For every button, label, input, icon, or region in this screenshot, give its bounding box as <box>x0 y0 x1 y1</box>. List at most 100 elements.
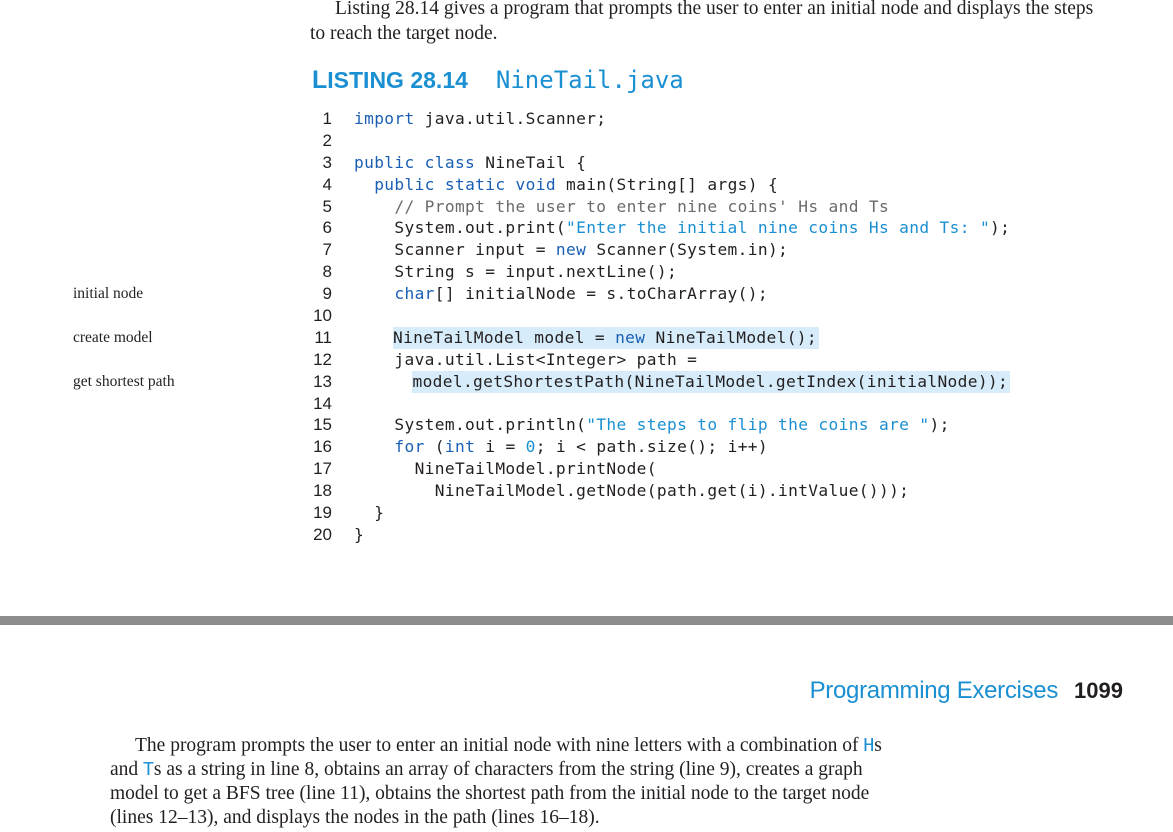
code-line: 4 public static void main(String[] args)… <box>0 174 1173 196</box>
line-number: 18 <box>313 481 332 501</box>
code-text: model.getShortestPath(NineTailModel.getI… <box>412 370 1011 393</box>
margin-note: create model <box>73 329 153 346</box>
listing-label: LISTING 28.14 <box>312 66 468 95</box>
line-number: 6 <box>322 218 332 238</box>
listing-label-cap: L <box>312 66 328 94</box>
body-text-3: s as a string in line 8, obtains an arra… <box>110 759 870 828</box>
code-token: } <box>354 503 385 523</box>
code-line: 19 } <box>0 502 1173 524</box>
running-head-title: Programming Exercises <box>809 677 1059 704</box>
code-number: 0 <box>525 437 536 457</box>
listing-title: NineTail.java <box>495 66 684 94</box>
code-letter-t: T <box>143 759 154 780</box>
body-paragraph: The program prompts the user to enter an… <box>110 734 890 830</box>
code-text: NineTailModel model = new NineTailModel(… <box>392 326 820 349</box>
code-text: System.out.println("The steps to flip th… <box>354 414 952 436</box>
code-line: 2 <box>0 130 1173 152</box>
code-line: 18 NineTailModel.getNode(path.get(i).int… <box>0 480 1173 502</box>
code-token: NineTailModel(); <box>645 327 818 347</box>
code-token: Scanner input = <box>354 240 556 260</box>
code-listing: 1 import java.util.Scanner; 2 3 public class… <box>0 108 1173 546</box>
code-text: System.out.print("Enter the initial nine… <box>354 217 1012 239</box>
line-number: 10 <box>313 306 332 326</box>
code-keyword: int <box>444 437 476 457</box>
code-token: i = <box>475 437 526 457</box>
code-text: } <box>354 502 386 524</box>
code-keyword: char <box>394 284 435 304</box>
code-text: Scanner input = new Scanner(System.in); <box>354 239 790 261</box>
line-number: 3 <box>322 152 332 172</box>
code-string: "The steps to flip the coins are " <box>586 415 930 435</box>
line-number: 7 <box>322 240 332 260</box>
code-keyword: public class <box>354 152 476 172</box>
intro-paragraph: Listing 28.14 gives a program that promp… <box>310 0 1094 44</box>
code-text: NineTailModel.printNode( <box>354 458 659 480</box>
line-number: 4 <box>322 174 332 194</box>
line-number: 20 <box>313 524 332 544</box>
code-line: 17 NineTailModel.printNode( <box>0 458 1173 480</box>
code-comment: // Prompt the user to enter nine coins' … <box>394 196 890 216</box>
code-text: import java.util.Scanner; <box>354 108 608 130</box>
line-number: 2 <box>322 130 332 150</box>
code-keyword: new <box>555 240 587 260</box>
line-number: 16 <box>313 437 332 457</box>
code-keyword: for <box>394 437 425 457</box>
code-line: 10 <box>0 305 1173 327</box>
code-text: String s = input.nextLine(); <box>354 261 679 283</box>
line-number: 1 <box>322 109 332 128</box>
code-token: ( <box>424 437 445 457</box>
code-line: 15 System.out.println("The steps to flip… <box>0 414 1173 436</box>
code-token: NineTailModel.getNode(path.get(i).intVal… <box>354 481 910 501</box>
code-line: 12 java.util.List<Integer> path = <box>0 349 1173 371</box>
code-token: [] initialNode = s.toCharArray(); <box>434 284 768 304</box>
margin-note: get shortest path <box>73 372 175 390</box>
code-string: "Enter the initial nine coins Hs and Ts:… <box>566 218 991 238</box>
code-text: NineTailModel.getNode(path.get(i).intVal… <box>354 480 911 502</box>
listing-heading: LISTING 28.14 NineTail.java <box>312 66 684 100</box>
page-divider <box>0 616 1173 625</box>
line-number: 9 <box>322 284 332 304</box>
code-token: ); <box>990 218 1011 238</box>
code-line: 11 NineTailModel model = new NineTailMode… <box>0 326 1173 349</box>
code-keyword: import <box>354 109 415 128</box>
code-line: 13 model.getShortestPath(NineTailModel.ge… <box>0 370 1173 393</box>
line-number: 17 <box>313 459 332 479</box>
code-keyword: new <box>615 327 646 347</box>
running-head: Programming Exercises 1099 <box>810 677 1123 705</box>
line-number: 13 <box>313 371 332 391</box>
line-number: 15 <box>313 415 332 435</box>
code-text: // Prompt the user to enter nine coins' … <box>354 196 891 218</box>
code-line: 8 String s = input.nextLine(); <box>0 261 1173 283</box>
code-line: 1 import java.util.Scanner; <box>0 108 1173 130</box>
line-number: 11 <box>314 327 332 347</box>
code-token: NineTailModel.printNode( <box>354 459 657 479</box>
code-token: } <box>354 524 365 544</box>
code-line: 9 char[] initialNode = s.toCharArray(); <box>0 283 1173 305</box>
line-number: 8 <box>322 262 332 282</box>
code-line: 14 <box>0 393 1173 415</box>
code-token: java.util.Scanner; <box>414 109 607 128</box>
code-text: } <box>354 524 366 546</box>
code-text: public class NineTail { <box>354 152 588 174</box>
code-token: System.out.println( <box>354 415 587 435</box>
code-line: 5 // Prompt the user to enter nine coins… <box>0 196 1173 218</box>
code-token: NineTail { <box>475 152 587 172</box>
line-number: 14 <box>313 393 332 413</box>
code-text: for (int i = 0; i < path.size(); i++) <box>354 436 770 458</box>
code-token: model.getShortestPath(NineTailModel.getI… <box>412 371 1009 391</box>
code-token: ); <box>929 415 950 435</box>
code-keyword: public static void <box>374 174 556 194</box>
code-line: 20} <box>0 524 1173 546</box>
line-number: 19 <box>313 503 332 523</box>
code-token: String s = input.nextLine(); <box>354 262 678 282</box>
code-letter-h: H <box>863 735 875 756</box>
line-number: 12 <box>313 349 332 369</box>
code-text: char[] initialNode = s.toCharArray(); <box>354 283 770 305</box>
code-token: Scanner(System.in); <box>586 240 789 260</box>
body-text-1: The program prompts the user to enter an… <box>135 735 864 756</box>
code-line: 3 public class NineTail { <box>0 152 1173 174</box>
